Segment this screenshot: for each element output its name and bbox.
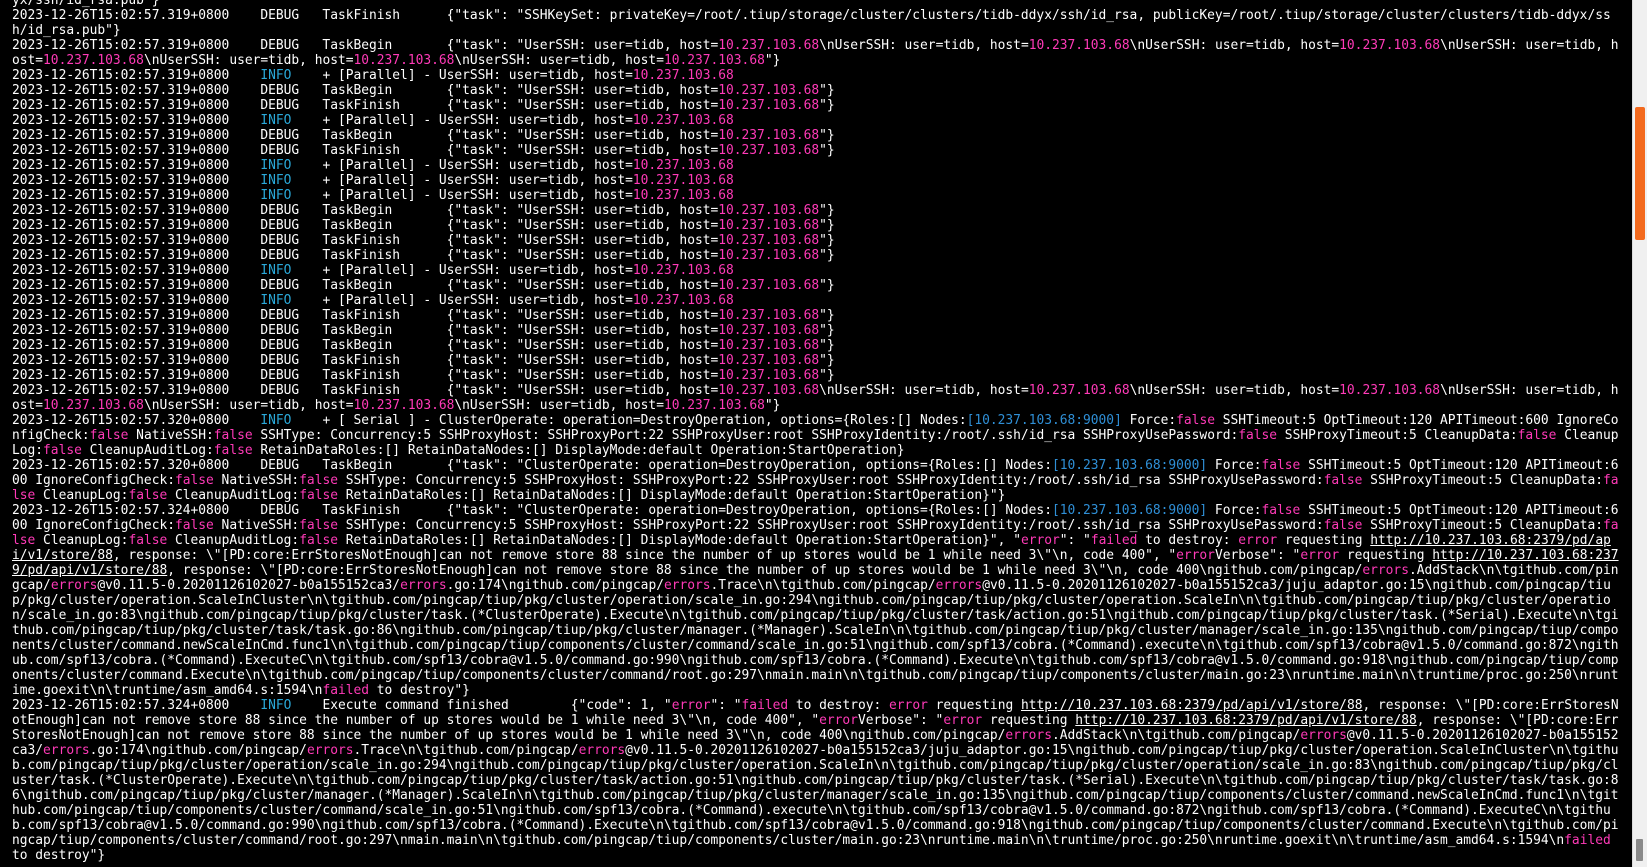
terminal-window[interactable]: yx/ssh/id_rsa.pub"} 2023-12-26T15:02:57.3… — [0, 0, 1632, 867]
log-line: yx/ssh/id_rsa.pub"} — [12, 0, 160, 8]
log-line: 2023-12-26T15:02:57.319+0800 DEBUG TaskB… — [12, 278, 835, 293]
log-line: 2023-12-26T15:02:57.319+0800 DEBUG TaskB… — [12, 203, 835, 218]
log-line: 2023-12-26T15:02:57.319+0800 INFO + [Par… — [12, 158, 734, 173]
log-line: 2023-12-26T15:02:57.324+0800 DEBUG TaskF… — [12, 503, 1619, 698]
terminal-output: yx/ssh/id_rsa.pub"} 2023-12-26T15:02:57.3… — [12, 0, 1622, 863]
scrollbar-thumb[interactable] — [1635, 107, 1645, 240]
log-line: 2023-12-26T15:02:57.319+0800 DEBUG TaskB… — [12, 218, 835, 233]
log-line: 2023-12-26T15:02:57.319+0800 DEBUG TaskF… — [12, 248, 835, 263]
log-line: 2023-12-26T15:02:57.319+0800 DEBUG TaskB… — [12, 83, 835, 98]
log-line: 2023-12-26T15:02:57.319+0800 DEBUG TaskB… — [12, 128, 835, 143]
log-line: 2023-12-26T15:02:57.319+0800 DEBUG TaskF… — [12, 233, 835, 248]
log-line: 2023-12-26T15:02:57.319+0800 DEBUG TaskB… — [12, 38, 1619, 68]
log-line: 2023-12-26T15:02:57.319+0800 DEBUG TaskF… — [12, 143, 835, 158]
log-line: 2023-12-26T15:02:57.319+0800 DEBUG TaskB… — [12, 338, 835, 353]
log-line: 2023-12-26T15:02:57.319+0800 INFO + [Par… — [12, 188, 734, 203]
log-line: 2023-12-26T15:02:57.324+0800 INFO Execut… — [12, 698, 1619, 863]
log-line: 2023-12-26T15:02:57.319+0800 INFO + [Par… — [12, 263, 734, 278]
log-line: 2023-12-26T15:02:57.319+0800 DEBUG TaskF… — [12, 8, 1611, 38]
log-line: 2023-12-26T15:02:57.319+0800 DEBUG TaskF… — [12, 308, 835, 323]
log-line: 2023-12-26T15:02:57.320+0800 DEBUG TaskB… — [12, 458, 1619, 503]
log-line: 2023-12-26T15:02:57.319+0800 INFO + [Par… — [12, 173, 734, 188]
log-line: 2023-12-26T15:02:57.319+0800 DEBUG TaskF… — [12, 98, 835, 113]
log-line: 2023-12-26T15:02:57.320+0800 INFO + [ Se… — [12, 413, 1619, 458]
log-line: 2023-12-26T15:02:57.319+0800 DEBUG TaskF… — [12, 368, 835, 383]
log-line: 2023-12-26T15:02:57.319+0800 INFO + [Par… — [12, 68, 734, 83]
log-line: 2023-12-26T15:02:57.319+0800 DEBUG TaskF… — [12, 383, 1619, 413]
log-line: 2023-12-26T15:02:57.319+0800 DEBUG TaskB… — [12, 323, 835, 338]
log-line: 2023-12-26T15:02:57.319+0800 INFO + [Par… — [12, 293, 734, 308]
log-line: 2023-12-26T15:02:57.319+0800 DEBUG TaskF… — [12, 353, 835, 368]
scrollbar-bottom-marker — [1636, 839, 1643, 861]
log-line: 2023-12-26T15:02:57.319+0800 INFO + [Par… — [12, 113, 734, 128]
vertical-scrollbar[interactable] — [1632, 0, 1647, 867]
